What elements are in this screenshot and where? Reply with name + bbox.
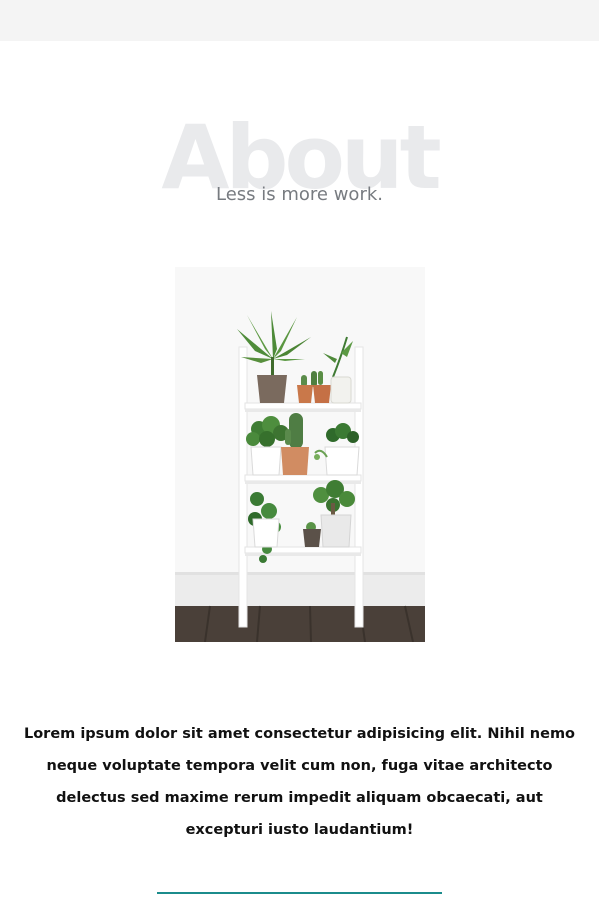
accent-divider: [157, 892, 442, 894]
about-hero: About Less is more work.: [0, 110, 599, 230]
top-bar: [0, 0, 599, 41]
about-image: [175, 267, 425, 642]
about-paragraph: Lorem ipsum dolor sit amet consectetur a…: [23, 725, 576, 838]
section-subtitle: Less is more work.: [216, 184, 383, 205]
plant-ladder-illustration: [175, 267, 425, 642]
